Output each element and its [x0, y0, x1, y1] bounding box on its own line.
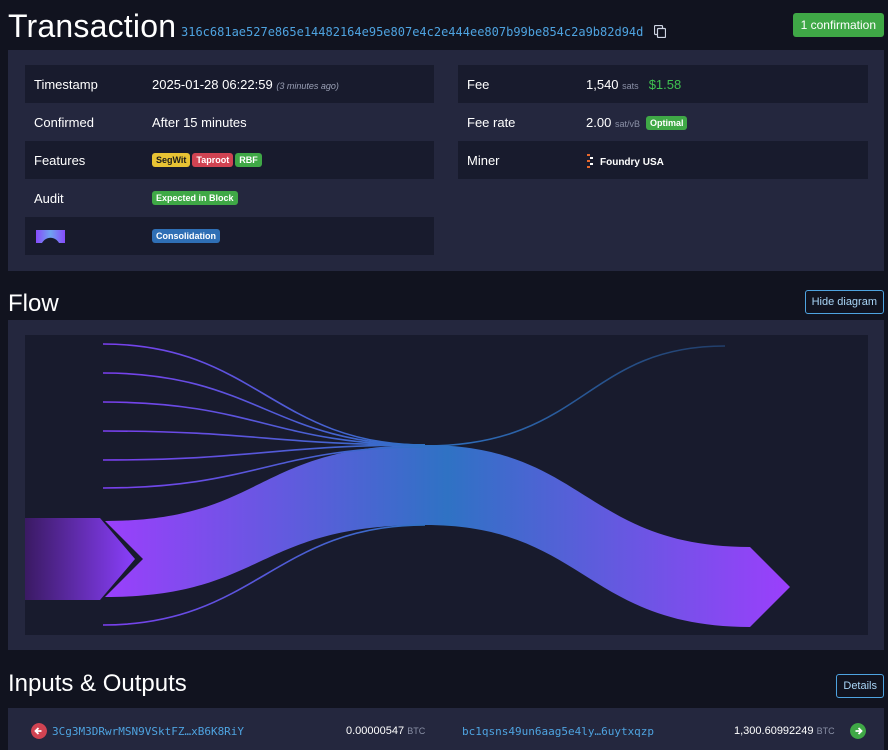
input-address[interactable]: 3Cg3M3DRwrMSN9VSktFZ…xB6K8RiY [52, 725, 244, 738]
flow-main-band [105, 445, 790, 627]
timestamp-date: 2025-01-28 06:22:59 [152, 77, 273, 92]
output-amount-value: 1,300.60992249 [734, 725, 814, 737]
fee-row: Fee 1,540 sats $1.58 [458, 65, 868, 103]
output-address[interactable]: bc1qsns49un6aag5e4ly…6uytxqzp [462, 725, 654, 738]
features-tags: SegWit Taproot RBF [152, 152, 264, 167]
inputs-outputs-panel: 3Cg3M3DRwrMSN9VSktFZ…xB6K8RiY 0.00000547… [8, 708, 884, 750]
audit-label: Audit [34, 191, 64, 206]
miner-row: Miner Foundry USA [458, 141, 868, 179]
hide-diagram-button[interactable]: Hide diagram [804, 290, 884, 314]
fee-value: 1,540 sats $1.58 [586, 77, 681, 92]
audit-status-badge[interactable]: Expected in Block [152, 191, 238, 205]
output-amount: 1,300.60992249 BTC [734, 725, 835, 737]
fee-fiat: $1.58 [648, 77, 682, 92]
features-label: Features [34, 153, 86, 168]
timestamp-label: Timestamp [34, 77, 98, 92]
flow-title: Flow [8, 290, 59, 317]
consolidation-tag[interactable]: Consolidation [152, 229, 220, 243]
confirmations-badge: 1 confirmation [792, 13, 884, 37]
fee-amount: 1,540 [586, 77, 619, 92]
output-arrow-icon[interactable] [850, 723, 866, 739]
details-button[interactable]: Details [836, 674, 884, 698]
flow-diagram[interactable] [25, 335, 868, 635]
transaction-details: Timestamp 2025-01-28 06:22:59 (3 minutes… [8, 50, 884, 271]
fee-unit: sats [622, 81, 639, 91]
cluster-diagram-icon[interactable] [34, 230, 67, 243]
flow-sankey [25, 343, 790, 627]
confirmed-row: Confirmed After 15 minutes [25, 103, 434, 141]
feerate-label: Fee rate [467, 115, 516, 130]
confirmed-value: After 15 minutes [152, 115, 247, 130]
audit-row: Audit Expected in Block [25, 179, 434, 217]
feerate-amount: 2.00 [586, 115, 612, 130]
miner-label: Miner [467, 153, 500, 168]
input-amount: 0.00000547 BTC [346, 725, 425, 737]
miner-name: Foundry USA [600, 157, 664, 168]
fee-label: Fee [467, 77, 490, 92]
inputs-outputs-title: Inputs & Outputs [8, 670, 187, 697]
timestamp-row: Timestamp 2025-01-28 06:22:59 (3 minutes… [25, 65, 434, 103]
details-left-table: Timestamp 2025-01-28 06:22:59 (3 minutes… [25, 65, 434, 255]
segwit-tag[interactable]: SegWit [152, 153, 191, 167]
details-right-table: Fee 1,540 sats $1.58 Fee rate 2.00 sat/vB… [458, 65, 868, 179]
feerate-row: Fee rate 2.00 sat/vB Optimal [458, 103, 868, 141]
input-amount-unit: BTC [407, 726, 426, 736]
txid-link[interactable]: 316c681ae527e865e14482164e95e807e4c2e444… [181, 25, 643, 39]
timestamp-value: 2025-01-28 06:22:59 (3 minutes ago) [152, 77, 339, 92]
copy-icon[interactable] [654, 25, 666, 38]
cluster-row: Consolidation [25, 217, 434, 255]
optimal-badge: Optimal [645, 116, 688, 130]
features-row: Features SegWit Taproot RBF [25, 141, 434, 179]
confirmed-label: Confirmed [34, 115, 94, 130]
output-amount-unit: BTC [816, 726, 835, 736]
feerate-value: 2.00 sat/vB Optimal [586, 115, 689, 130]
foundry-logo-icon [587, 154, 593, 168]
taproot-tag[interactable]: Taproot [192, 153, 234, 167]
rbf-tag[interactable]: RBF [235, 153, 262, 167]
feerate-unit: sat/vB [614, 119, 640, 129]
input-amount-value: 0.00000547 [346, 725, 405, 737]
miner-value[interactable]: Foundry USA [586, 153, 664, 168]
page-title: Transaction [8, 8, 177, 44]
flow-output-minor [424, 345, 726, 447]
timestamp-ago: (3 minutes ago) [276, 81, 339, 91]
input-arrow-icon[interactable] [31, 723, 47, 739]
flow-diagram-panel [8, 320, 884, 650]
transaction-header: Transaction 316c681ae527e865e14482164e95… [8, 6, 884, 46]
io-row: 3Cg3M3DRwrMSN9VSktFZ…xB6K8RiY 0.00000547… [25, 721, 868, 743]
